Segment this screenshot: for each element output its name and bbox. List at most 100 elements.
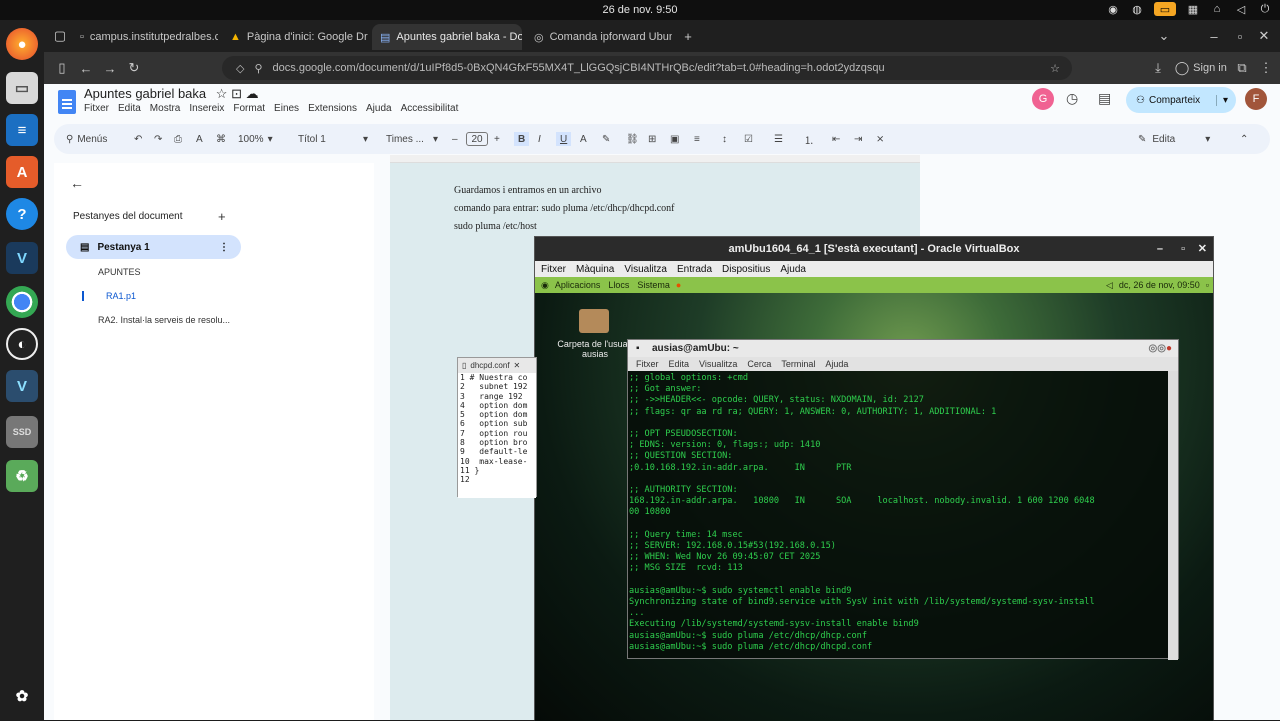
editor-tab[interactable]: ▯ dhcpd.conf ✕ xyxy=(458,358,536,373)
docs-logo-icon[interactable] xyxy=(58,90,76,114)
terminal-titlebar[interactable]: ▪ ausias@amUbu: ~ ◎◎● xyxy=(628,340,1178,357)
home-folder-icon[interactable] xyxy=(579,309,609,333)
tab-ipforward[interactable]: ◎Comanda ipforward Ubuntu✕ xyxy=(526,24,672,50)
outline-item-apuntes[interactable]: APUNTES xyxy=(98,267,141,277)
menu-format[interactable]: Format xyxy=(233,103,265,114)
line-spacing-icon[interactable]: ↕ xyxy=(722,132,727,146)
star-icon[interactable]: ☆ xyxy=(216,86,228,101)
tab-list-chevron-icon[interactable]: ⌄ xyxy=(1154,26,1174,46)
virtualbox-dock-icon[interactable]: V xyxy=(6,242,38,274)
comments-icon[interactable]: ▤ xyxy=(1098,90,1111,107)
menu-accessibilitat[interactable]: Accessibilitat xyxy=(401,103,459,114)
forward-icon[interactable]: → xyxy=(100,58,120,78)
maximize-icon[interactable]: ▫ xyxy=(1181,237,1185,261)
guest-desktop[interactable]: ◉ Aplicacions Llocs Sistema ● ◁ dc, 26 d… xyxy=(457,277,1213,721)
menu-eines[interactable]: Eines xyxy=(274,103,299,114)
vb-menu-maquina[interactable]: Màquina xyxy=(576,264,614,275)
maximize-icon[interactable]: ▫ xyxy=(1230,26,1250,46)
close-window-icon[interactable]: ✕ xyxy=(1254,26,1274,46)
tab-drive[interactable]: ▲Pàgina d'inici: Google Drive✕ xyxy=(222,24,368,50)
font-size-input[interactable]: 20 xyxy=(466,132,488,146)
term-menu-visualitza[interactable]: Visualitza xyxy=(699,359,737,369)
horizontal-ruler[interactable] xyxy=(390,155,920,163)
sidebar-icon[interactable]: ▯ xyxy=(52,58,72,78)
writer-dock-icon[interactable]: ≡ xyxy=(6,114,38,146)
guest-menu-sistema[interactable]: Sistema xyxy=(637,280,670,290)
network-icon[interactable]: ⌂ xyxy=(1210,2,1224,16)
increase-size-icon[interactable]: + xyxy=(494,132,500,146)
clear-format-icon[interactable]: ⨯ xyxy=(876,132,884,146)
add-tab-icon[interactable]: + xyxy=(218,209,226,224)
vb-menu-entrada[interactable]: Entrada xyxy=(677,264,712,275)
undo-icon[interactable]: ↶ xyxy=(134,132,142,146)
share-button[interactable]: ⚇ Comparteix ▾ xyxy=(1126,87,1236,113)
editing-mode-select[interactable]: ✎ Edita ▾ xyxy=(1138,132,1210,146)
profile-icon[interactable]: ◯ xyxy=(1172,58,1192,78)
editor-text[interactable]: 1 # Nuestra co 2 subnet 192 3 range 192 4 o… xyxy=(458,373,536,498)
term-menu-terminal[interactable]: Terminal xyxy=(781,359,815,369)
clipboard-icon[interactable]: ▭ xyxy=(1154,2,1176,16)
tab-campus[interactable]: ▫campus.institutpedralbes.cat✕ xyxy=(72,24,218,50)
menu-mostra[interactable]: Mostra xyxy=(150,103,181,114)
numbered-list-icon[interactable]: ⒈ xyxy=(804,132,814,147)
back-icon[interactable]: ← xyxy=(76,58,96,78)
terminal-buttons[interactable]: ◎◎● xyxy=(1149,340,1173,357)
download-icon[interactable]: ⤓ xyxy=(1148,58,1168,78)
virtualbox-titlebar[interactable]: amUbu1604_64_1 [S'està executant] - Orac… xyxy=(535,237,1213,261)
obs-dock-icon[interactable]: ◐ xyxy=(6,328,38,360)
sidebar-item-pestanya-1[interactable]: ▤ Pestanya 1 ⋮ xyxy=(66,235,241,259)
terminal-scrollbar[interactable] xyxy=(1168,371,1178,660)
outline-item-ra2[interactable]: RA2. Instal·la serveis de resolu... xyxy=(98,315,230,325)
help-dock-icon[interactable]: ? xyxy=(6,198,38,230)
print-icon[interactable]: ⎙ xyxy=(174,132,182,146)
user-avatar-f[interactable]: F xyxy=(1245,88,1267,110)
term-menu-cerca[interactable]: Cerca xyxy=(747,359,771,369)
menu-extensions[interactable]: Extensions xyxy=(308,103,357,114)
zoom-select[interactable]: 100% ▾ xyxy=(238,132,273,146)
address-bar[interactable]: ◇ ⚲ docs.google.com/document/d/1uIPf8d5-… xyxy=(222,56,1072,80)
menu-ajuda[interactable]: Ajuda xyxy=(366,103,392,114)
vb-menu-dispositius[interactable]: Dispositius xyxy=(722,264,770,275)
term-menu-edita[interactable]: Edita xyxy=(669,359,690,369)
trash-dock-icon[interactable]: ♻ xyxy=(6,460,38,492)
guest-clock[interactable]: dc, 26 de nov, 09:50 xyxy=(1119,280,1200,290)
software-dock-icon[interactable]: A xyxy=(6,156,38,188)
move-icon[interactable]: ⊡ xyxy=(231,86,242,101)
virtualbox-active-dock-icon[interactable]: V xyxy=(6,370,38,402)
vb-menu-visualitza[interactable]: Visualitza xyxy=(624,264,667,275)
term-menu-fitxer[interactable]: Fitxer xyxy=(636,359,659,369)
font-select[interactable]: Times ... ▾ xyxy=(386,132,438,146)
vb-menu-fitxer[interactable]: Fitxer xyxy=(541,264,566,275)
vb-menu-ajuda[interactable]: Ajuda xyxy=(780,264,806,275)
guest-menu-llocs[interactable]: Llocs xyxy=(608,280,629,290)
ubuntu-logo-icon[interactable]: ◉ xyxy=(541,280,549,291)
power-icon[interactable]: ⏻ xyxy=(1258,2,1272,16)
guest-volume-icon[interactable]: ◁ xyxy=(1106,280,1113,291)
files-dock-icon[interactable]: ▭ xyxy=(6,72,38,104)
close-icon[interactable]: ● xyxy=(1166,343,1172,354)
spellcheck-icon[interactable]: A xyxy=(196,132,203,146)
text-color-icon[interactable]: A xyxy=(580,132,587,146)
align-icon[interactable]: ≡ xyxy=(694,132,700,146)
chrome-status-icon[interactable]: ◉ xyxy=(1106,2,1120,16)
tab-docs[interactable]: ▤Apuntes gabriel baka - Docs✕ xyxy=(372,24,522,50)
minimize-icon[interactable]: – xyxy=(1204,26,1224,46)
chrome-dock-icon[interactable] xyxy=(6,286,38,318)
underline-icon[interactable]: U xyxy=(556,132,572,146)
menu-fitxer[interactable]: Fitxer xyxy=(84,103,109,114)
term-menu-ajuda[interactable]: Ajuda xyxy=(825,359,848,369)
close-icon[interactable]: ✕ xyxy=(514,361,521,370)
menu-insereix[interactable]: Insereix xyxy=(189,103,224,114)
comment-icon[interactable]: ⊞ xyxy=(648,132,656,146)
guest-menu-aplicacions[interactable]: Aplicacions xyxy=(555,280,601,290)
signin-label[interactable]: Sign in xyxy=(1190,58,1230,78)
firefox-status-icon[interactable]: ◍ xyxy=(1130,2,1144,16)
decrease-size-icon[interactable]: – xyxy=(452,132,458,146)
style-select[interactable]: Títol 1 ▾ xyxy=(298,132,368,146)
paint-format-icon[interactable]: ⌘ xyxy=(216,132,226,146)
cloud-status-icon[interactable]: ☁ xyxy=(246,86,259,101)
minimize-icon[interactable]: – xyxy=(1157,237,1163,261)
shield-icon[interactable]: ◇ xyxy=(236,62,244,75)
bookmark-star-icon[interactable]: ☆ xyxy=(1050,62,1060,75)
firefox-dock-icon[interactable]: ● xyxy=(6,28,38,60)
